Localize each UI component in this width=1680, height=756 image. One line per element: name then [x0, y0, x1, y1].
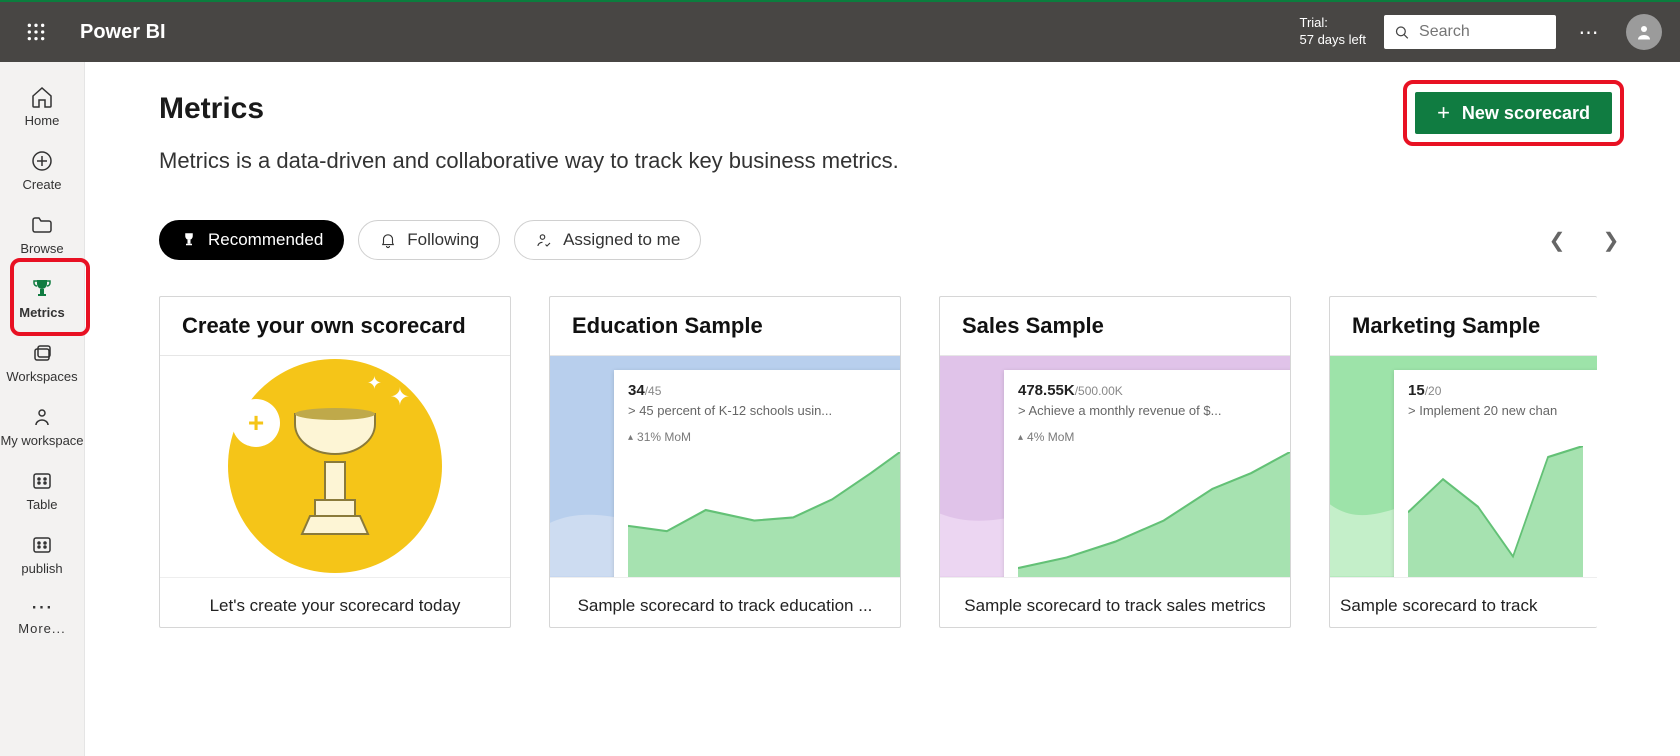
carousel-prev-button[interactable]: ❮ — [1544, 227, 1570, 253]
card-footer: Sample scorecard to track education ... — [550, 577, 900, 627]
filter-pills-row: Recommended Following Assigned to me ❮ ❯ — [159, 220, 1624, 260]
side-nav: Home Create Browse Metrics Workspaces My… — [0, 62, 85, 756]
card-create-scorecard[interactable]: Create your own scorecard + ✦ ✦ — [159, 296, 511, 628]
nav-label: Home — [0, 113, 84, 128]
sparkline — [1408, 446, 1583, 577]
main-content: Metrics Metrics is a data-driven and col… — [85, 62, 1680, 756]
card-footer: Let's create your scorecard today — [160, 577, 510, 627]
user-avatar[interactable] — [1626, 14, 1662, 50]
nav-create[interactable]: Create — [0, 140, 84, 204]
card-footer: Sample scorecard to track sales metrics — [940, 577, 1290, 627]
cards-row: Create your own scorecard + ✦ ✦ — [159, 296, 1624, 628]
pill-assigned[interactable]: Assigned to me — [514, 220, 701, 260]
pill-following[interactable]: Following — [358, 220, 500, 260]
brand-label: Power BI — [80, 21, 166, 44]
plus-icon: + — [1437, 100, 1450, 126]
caret-up-icon: ▴ — [1018, 432, 1023, 443]
annotation-highlight-new-scorecard: + New scorecard — [1403, 80, 1624, 146]
metric-description: > Achieve a monthly revenue of $... — [1018, 403, 1290, 418]
card-title: Marketing Sample — [1330, 297, 1597, 356]
nav-label: My workspace — [0, 433, 84, 448]
ellipsis-icon: ⋯ — [0, 595, 84, 619]
trophy-illustration-icon — [275, 404, 395, 544]
app-launcher-icon[interactable] — [18, 14, 54, 50]
person-icon — [30, 405, 54, 429]
card-title: Create your own scorecard — [160, 297, 510, 356]
sparkle-icon: ✦ — [367, 373, 382, 394]
nav-publish[interactable]: publish — [0, 524, 84, 588]
inner-metric-card: 15/20 > Implement 20 new chan — [1394, 370, 1597, 577]
metric-mom: ▴4% MoM — [1018, 430, 1290, 444]
metric-target: /500.00K — [1075, 384, 1123, 398]
bell-icon — [379, 231, 397, 249]
caret-up-icon: ▴ — [628, 432, 633, 443]
card-title: Education Sample — [550, 297, 900, 356]
trophy-icon — [30, 277, 54, 301]
card-education-sample[interactable]: Education Sample 34/45 > 45 percent of K… — [549, 296, 901, 628]
card-sales-sample[interactable]: Sales Sample 478.55K/500.00K > Achieve a… — [939, 296, 1291, 628]
more-options-icon[interactable]: ⋯ — [1570, 13, 1608, 51]
metric-value: 34 — [628, 382, 645, 399]
nav-label: Metrics — [0, 305, 84, 320]
nav-metrics[interactable]: Metrics — [0, 268, 84, 332]
search-box[interactable] — [1384, 15, 1556, 49]
plus-badge-icon: + — [234, 401, 278, 445]
top-bar: Power BI Trial: 57 days left ⋯ — [0, 0, 1680, 62]
metric-value: 15 — [1408, 382, 1425, 399]
trial-label: Trial: — [1300, 15, 1367, 32]
pill-recommended[interactable]: Recommended — [159, 220, 344, 260]
pill-label: Following — [407, 230, 479, 250]
trophy-icon — [180, 231, 198, 249]
pill-label: Assigned to me — [563, 230, 680, 250]
card-body: + ✦ ✦ — [160, 356, 510, 577]
nav-table[interactable]: Table — [0, 460, 84, 524]
page-subtitle: Metrics is a data-driven and collaborati… — [159, 148, 899, 174]
nav-label: More... — [0, 621, 84, 636]
sparkline — [1018, 452, 1290, 577]
nav-workspaces[interactable]: Workspaces — [0, 332, 84, 396]
nav-label: Workspaces — [0, 369, 84, 384]
metric-description: > 45 percent of K-12 schools usin... — [628, 403, 900, 418]
table-icon — [30, 469, 54, 493]
inner-metric-card: 478.55K/500.00K > Achieve a monthly reve… — [1004, 370, 1290, 577]
table-icon — [30, 533, 54, 557]
nav-more[interactable]: ⋯ More... — [0, 588, 84, 648]
pill-label: Recommended — [208, 230, 323, 250]
nav-browse[interactable]: Browse — [0, 204, 84, 268]
metric-description: > Implement 20 new chan — [1408, 403, 1583, 418]
sparkle-icon: ✦ — [390, 383, 410, 412]
metric-mom: ▴31% MoM — [628, 430, 900, 444]
card-title: Sales Sample — [940, 297, 1290, 356]
metric-target: /20 — [1425, 384, 1442, 398]
nav-label: publish — [0, 561, 84, 576]
trial-status: Trial: 57 days left — [1300, 15, 1367, 49]
metric-value: 478.55K — [1018, 382, 1075, 399]
sparkline — [628, 452, 900, 577]
search-input[interactable] — [1419, 23, 1546, 41]
home-icon — [30, 85, 54, 109]
person-icon — [1635, 23, 1653, 41]
card-marketing-sample[interactable]: Marketing Sample 15/20 > Implement 20 ne… — [1329, 296, 1597, 628]
inner-metric-card: 34/45 > 45 percent of K-12 schools usin.… — [614, 370, 900, 577]
folder-icon — [30, 213, 54, 237]
nav-home[interactable]: Home — [0, 76, 84, 140]
search-icon — [1394, 23, 1409, 41]
nav-label: Browse — [0, 241, 84, 256]
trial-days: 57 days left — [1300, 32, 1367, 49]
new-scorecard-button[interactable]: + New scorecard — [1415, 92, 1612, 134]
plus-circle-icon — [30, 149, 54, 173]
card-footer: Sample scorecard to track — [1330, 577, 1597, 627]
carousel-next-button[interactable]: ❯ — [1598, 227, 1624, 253]
person-check-icon — [535, 231, 553, 249]
nav-my-workspace[interactable]: My workspace — [0, 396, 84, 460]
new-scorecard-label: New scorecard — [1462, 103, 1590, 124]
stack-icon — [30, 341, 54, 365]
metric-target: /45 — [645, 384, 662, 398]
nav-label: Table — [0, 497, 84, 512]
nav-label: Create — [0, 177, 84, 192]
page-title: Metrics — [159, 92, 899, 126]
